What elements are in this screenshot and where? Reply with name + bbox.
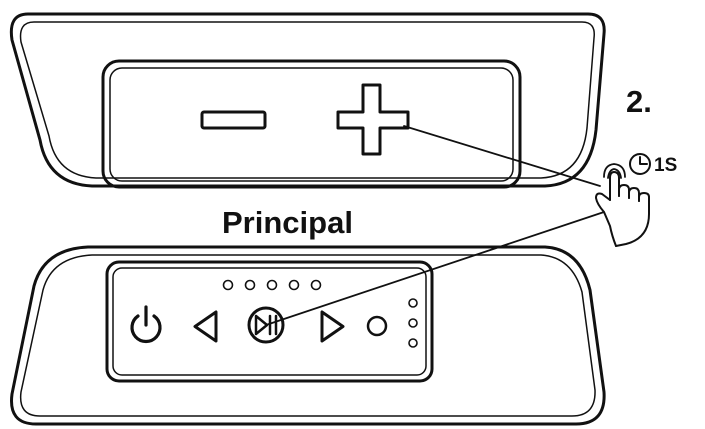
side-indicator-leds xyxy=(408,298,418,348)
minus-icon[interactable] xyxy=(200,110,267,130)
power-icon[interactable] xyxy=(130,305,162,344)
unit-label: Principal xyxy=(222,205,353,240)
secondary-speaker xyxy=(9,12,606,189)
principal-speaker xyxy=(10,245,606,426)
previous-triangle-icon[interactable] xyxy=(193,310,218,343)
timer-clock-icon xyxy=(629,153,651,175)
hold-time-label: 1S xyxy=(654,155,677,176)
next-triangle-icon[interactable] xyxy=(320,310,345,343)
mode-circle-icon[interactable] xyxy=(366,315,388,337)
step-label: 2. xyxy=(626,84,652,119)
speaker-button-diagram: Principal 2. 1S xyxy=(9,12,677,426)
top-indicator-leds xyxy=(222,279,322,291)
pointer-line-plus xyxy=(403,125,601,187)
plus-icon[interactable] xyxy=(336,83,410,156)
pressing-hand-icon xyxy=(595,163,650,247)
